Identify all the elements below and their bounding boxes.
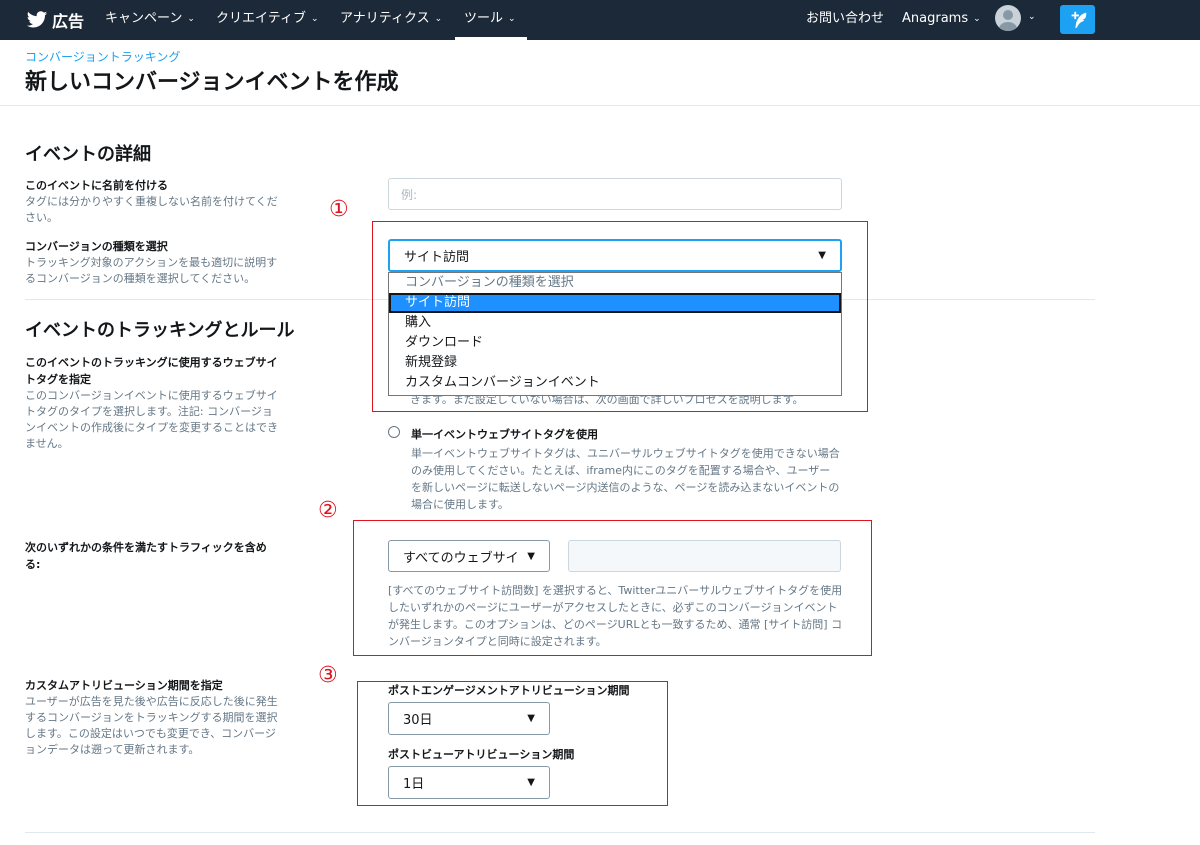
nav-analytics-label: アナリティクス bbox=[340, 11, 430, 26]
attribution-field-label: カスタムアトリビューション期間を指定 bbox=[25, 679, 223, 692]
brand-label: 広告 bbox=[52, 12, 85, 31]
nav-contact[interactable]: お問い合わせ bbox=[806, 0, 884, 40]
traffic-field-label: 次のいずれかの条件を満たすトラフィックを含める: bbox=[25, 541, 267, 571]
nav-creatives-label: クリエイティブ bbox=[216, 11, 306, 26]
twitter-bird-icon bbox=[26, 11, 48, 28]
page-title: 新しいコンバージョンイベントを作成 bbox=[25, 70, 399, 95]
single-tag-radio[interactable] bbox=[388, 426, 400, 438]
nav-tools[interactable]: ツール ⌄ bbox=[455, 0, 527, 40]
section-divider bbox=[25, 832, 1095, 833]
chevron-down-icon: ⌄ bbox=[508, 14, 516, 24]
tag-field-label: このイベントのトラッキングに使用するウェブサイトタグを指定 bbox=[25, 356, 278, 386]
tag-field-desc: このコンバージョンイベントに使用するウェブサイトタグのタイプを選択します。注記:… bbox=[25, 389, 278, 450]
single-tag-desc: 単一イベントウェブサイトタグは、ユニバーサルウェブサイトタグを使用できない場合の… bbox=[411, 447, 840, 511]
name-field-desc: タグには分かりやすく重複しない名前を付けてください。 bbox=[25, 195, 278, 224]
avatar[interactable] bbox=[995, 5, 1021, 31]
nav-campaigns[interactable]: キャンペーン ⌄ bbox=[105, 0, 195, 40]
chevron-down-icon[interactable]: ⌄ bbox=[1028, 12, 1036, 22]
annotation-box-2 bbox=[353, 520, 872, 656]
type-field-desc: トラッキング対象のアクションを最も適切に説明するコンバージョンの種類を選択してく… bbox=[25, 256, 278, 285]
nav-analytics[interactable]: アナリティクス ⌄ bbox=[340, 0, 442, 40]
attribution-field-desc: ユーザーが広告を見た後や広告に反応した後に発生するコンバージョンをトラッキングす… bbox=[25, 695, 278, 756]
compose-feather-icon bbox=[1071, 11, 1086, 28]
compose-button[interactable] bbox=[1060, 5, 1095, 34]
annotation-number-1: ① bbox=[329, 197, 349, 222]
nav-campaigns-label: キャンペーン bbox=[105, 11, 183, 26]
chevron-down-icon: ⌄ bbox=[187, 14, 195, 24]
section-title-tracking: イベントのトラッキングとルール bbox=[25, 320, 295, 341]
header-divider bbox=[0, 105, 1200, 106]
annotation-box-3 bbox=[357, 681, 668, 806]
name-field-label: このイベントに名前を付ける bbox=[25, 179, 168, 192]
account-switcher[interactable]: Anagrams ⌄ bbox=[902, 0, 981, 40]
annotation-number-2: ② bbox=[318, 498, 338, 523]
nav-creatives[interactable]: クリエイティブ ⌄ bbox=[216, 0, 319, 40]
top-nav: 広告 キャンペーン ⌄ クリエイティブ ⌄ アナリティクス ⌄ ツール ⌄ お問い合わせ… bbox=[0, 0, 1200, 40]
annotation-number-3: ③ bbox=[318, 663, 338, 688]
nav-tools-label: ツール bbox=[464, 11, 504, 26]
event-name-input[interactable]: 例: bbox=[388, 178, 842, 210]
chevron-down-icon: ⌄ bbox=[310, 14, 319, 24]
section-title-details: イベントの詳細 bbox=[25, 144, 151, 165]
type-field-label: コンバージョンの種類を選択 bbox=[25, 240, 168, 253]
annotation-box-1 bbox=[372, 221, 868, 412]
brand-logo[interactable]: 広告 bbox=[26, 8, 84, 32]
chevron-down-icon: ⌄ bbox=[973, 14, 981, 24]
breadcrumb[interactable]: コンバージョントラッキング bbox=[25, 48, 180, 65]
account-name: Anagrams bbox=[902, 11, 969, 26]
single-tag-label: 単一イベントウェブサイトタグを使用 bbox=[411, 428, 598, 441]
chevron-down-icon: ⌄ bbox=[434, 14, 443, 24]
